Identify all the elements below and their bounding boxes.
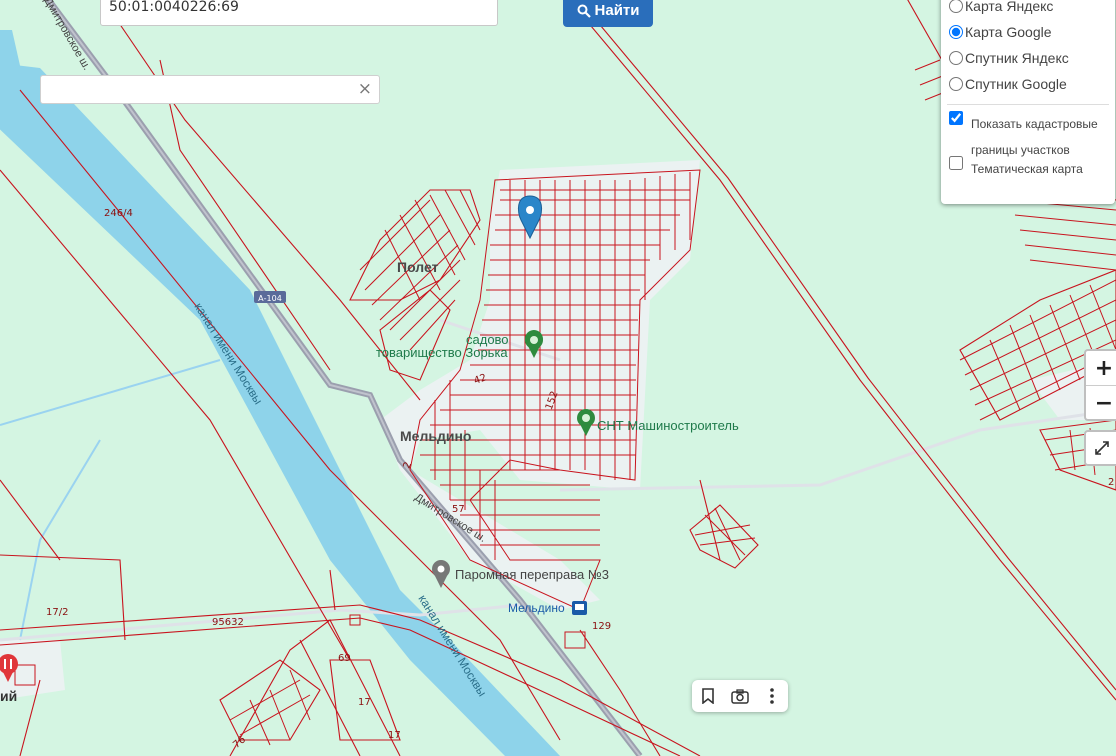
layer-radio[interactable] (949, 51, 963, 65)
expand-icon (1095, 441, 1109, 455)
label-station: Мельдино (508, 601, 565, 615)
parcel-label: 17/2 (46, 607, 68, 618)
divider (947, 104, 1109, 105)
more-options-button[interactable] (756, 680, 788, 712)
bookmark-button[interactable] (692, 680, 724, 712)
label-polet: Полет (397, 259, 439, 275)
zoom-out-button[interactable]: − (1086, 386, 1116, 420)
layer-radio[interactable] (949, 0, 963, 13)
cadastral-search-input[interactable]: 50:01:0040226:69 (100, 0, 498, 26)
map-layers-panel: Карта Яндекс Карта Google Спутник Яндекс… (941, 0, 1115, 204)
address-input[interactable]: × (40, 75, 380, 104)
label-sad-2: товарищество Зорька (376, 345, 508, 360)
parcel-label: 129 (592, 621, 611, 632)
layer-option[interactable]: Спутник Google (949, 74, 1067, 94)
layer-option-label: Спутник Яндекс (965, 50, 1069, 66)
zoom-in-button[interactable]: + (1086, 351, 1116, 386)
svg-text:А-104: А-104 (258, 294, 282, 303)
map-toolbar (692, 680, 788, 712)
camera-icon (731, 688, 749, 704)
layer-option[interactable]: Карта Google (949, 22, 1052, 42)
search-icon (577, 4, 591, 18)
label-snt: СНТ Машиностроитель (597, 418, 739, 433)
parcel-label: 2 (1108, 477, 1114, 488)
parcel-label: 17 (358, 697, 371, 708)
layer-option-label: Карта Google (965, 24, 1052, 40)
layer-radio[interactable] (949, 25, 963, 39)
layer-option-label: Спутник Google (965, 76, 1067, 92)
parcel-label: 95632 (212, 617, 244, 628)
layer-option[interactable]: Карта Яндекс (949, 0, 1053, 16)
search-button[interactable]: Найти (563, 0, 653, 27)
thematic-map-label: Тематическая карта (971, 162, 1083, 176)
fullscreen-button[interactable] (1084, 430, 1116, 466)
parcel-label: 69 (338, 653, 351, 664)
clear-icon[interactable]: × (358, 79, 372, 99)
layer-radio[interactable] (949, 77, 963, 91)
label-ferry: Паромная переправа №3 (455, 567, 609, 582)
more-vertical-icon (770, 688, 774, 704)
label-meldino: Мельдино (400, 428, 471, 444)
thematic-map-checkbox[interactable] (949, 156, 963, 170)
bookmark-icon (702, 688, 714, 704)
label-edge: ий (0, 688, 17, 704)
train-station-icon[interactable] (572, 601, 587, 615)
layer-option[interactable]: Спутник Яндекс (949, 48, 1069, 68)
search-button-label: Найти (594, 2, 640, 19)
screenshot-button[interactable] (724, 680, 756, 712)
zoom-control: + − (1084, 349, 1116, 421)
parcel-label: 17 (388, 730, 401, 741)
show-cadastral-checkbox[interactable] (949, 111, 963, 125)
road-shield-a104: А-104 (254, 291, 286, 303)
parcel-label: 246/4 (104, 208, 133, 219)
layer-option-label: Карта Яндекс (965, 0, 1054, 14)
thematic-map-toggle[interactable]: Тематическая карта (949, 156, 1105, 182)
